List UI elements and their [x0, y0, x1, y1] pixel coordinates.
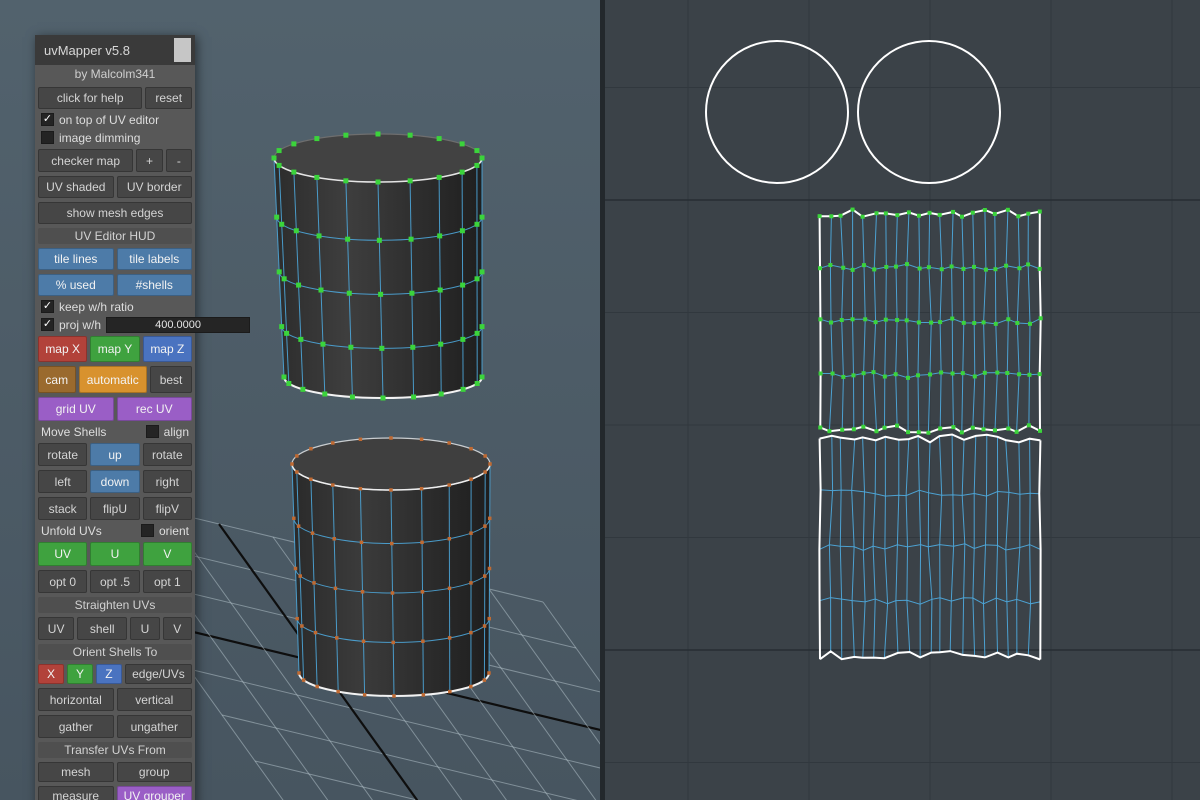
reset-button[interactable]: reset	[145, 87, 192, 109]
flip-u-button[interactable]: flipU	[90, 497, 139, 520]
image-dimming-checkbox[interactable]	[41, 131, 54, 144]
checker-minus-button[interactable]: -	[166, 149, 192, 172]
stack-button[interactable]: stack	[38, 497, 87, 520]
unselected-cylinder-mesh[interactable]	[290, 436, 492, 698]
uv-editor-canvas[interactable]	[605, 0, 1200, 800]
title-swatch-button[interactable]	[174, 38, 191, 62]
align-label: align	[164, 425, 189, 439]
cam-button[interactable]: cam	[38, 366, 76, 393]
flip-v-button[interactable]: flipV	[143, 497, 192, 520]
image-dimming-label: image dimming	[59, 131, 140, 145]
group-button[interactable]: group	[117, 762, 193, 782]
checker-plus-button[interactable]: +	[136, 149, 162, 172]
opt-0-button[interactable]: opt 0	[38, 570, 87, 593]
maya-workspace: uvMapper v5.8 by Malcolm341 click for he…	[0, 0, 1200, 800]
byline-label: by Malcolm341	[35, 65, 195, 83]
vertical-button[interactable]: vertical	[117, 688, 193, 711]
uv-shaded-button[interactable]: UV shaded	[38, 176, 114, 198]
orient-label: orient	[159, 524, 189, 538]
rec-uv-button[interactable]: rec UV	[117, 397, 193, 421]
click-for-help-button[interactable]: click for help	[38, 87, 142, 109]
uv-grouper-button[interactable]: UV grouper	[117, 786, 193, 800]
uv-editor-hud-header: UV Editor HUD	[38, 228, 192, 244]
rotate-left-button[interactable]: rotate	[38, 443, 87, 466]
window-title: uvMapper v5.8	[44, 43, 174, 58]
rotate-right-button[interactable]: rotate	[143, 443, 192, 466]
percent-used-button[interactable]: % used	[38, 274, 114, 296]
uv-editor-panel[interactable]	[605, 0, 1200, 800]
proj-wh-checkbox[interactable]	[41, 318, 54, 331]
axis-z-button[interactable]: Z	[96, 664, 122, 684]
on-top-label: on top of UV editor	[59, 113, 159, 127]
unfold-uvs-label: Unfold UVs	[41, 524, 102, 538]
straighten-v-button[interactable]: V	[163, 617, 192, 640]
orient-checkbox[interactable]	[141, 524, 154, 537]
unfold-uv-button[interactable]: UV	[38, 542, 87, 566]
keep-ratio-checkbox[interactable]	[41, 300, 54, 313]
unfold-u-button[interactable]: U	[90, 542, 139, 566]
uv-editor-grid	[605, 0, 1200, 800]
right-button[interactable]: right	[143, 470, 192, 493]
down-button[interactable]: down	[90, 470, 139, 493]
uv-border-button[interactable]: UV border	[117, 176, 193, 198]
map-x-button[interactable]: map X	[38, 336, 87, 362]
mesh-button[interactable]: mesh	[38, 762, 114, 782]
automatic-button[interactable]: automatic	[79, 366, 148, 393]
on-top-checkbox[interactable]	[41, 113, 54, 126]
uvmapper-window: uvMapper v5.8 by Malcolm341 click for he…	[35, 35, 195, 800]
edge-uvs-button[interactable]: edge/UVs	[125, 664, 192, 684]
proj-width-field[interactable]	[106, 317, 250, 333]
map-z-button[interactable]: map Z	[143, 336, 192, 362]
tile-lines-button[interactable]: tile lines	[38, 248, 114, 270]
best-button[interactable]: best	[150, 366, 192, 393]
horizontal-button[interactable]: horizontal	[38, 688, 114, 711]
uv-circle-shells[interactable]	[706, 41, 1000, 183]
tile-labels-button[interactable]: tile labels	[117, 248, 193, 270]
checker-map-button[interactable]: checker map	[38, 149, 133, 172]
show-mesh-edges-button[interactable]: show mesh edges	[38, 202, 192, 224]
move-shells-label: Move Shells	[41, 425, 106, 439]
orient-shells-header: Orient Shells To	[38, 644, 192, 660]
measure-button[interactable]: measure	[38, 786, 114, 800]
gather-button[interactable]: gather	[38, 715, 114, 738]
ungather-button[interactable]: ungather	[117, 715, 193, 738]
straighten-uv-button[interactable]: UV	[38, 617, 74, 640]
left-button[interactable]: left	[38, 470, 87, 493]
align-checkbox[interactable]	[146, 425, 159, 438]
axis-x-button[interactable]: X	[38, 664, 64, 684]
opt-half-button[interactable]: opt .5	[90, 570, 139, 593]
axis-y-button[interactable]: Y	[67, 664, 93, 684]
uvmapper-titlebar[interactable]: uvMapper v5.8	[35, 35, 195, 65]
grid-uv-button[interactable]: grid UV	[38, 397, 114, 421]
unfold-v-button[interactable]: V	[143, 542, 192, 566]
map-y-button[interactable]: map Y	[90, 336, 139, 362]
selected-cylinder-mesh[interactable]	[272, 132, 485, 401]
transfer-uvs-header: Transfer UVs From	[38, 742, 192, 758]
proj-wh-label: proj w/h	[59, 318, 101, 332]
opt-1-button[interactable]: opt 1	[143, 570, 192, 593]
keep-ratio-label: keep w/h ratio	[59, 300, 134, 314]
straighten-u-button[interactable]: U	[130, 617, 159, 640]
up-button[interactable]: up	[90, 443, 139, 466]
straighten-uvs-header: Straighten UVs	[38, 597, 192, 613]
straighten-shell-button[interactable]: shell	[77, 617, 127, 640]
num-shells-button[interactable]: #shells	[117, 274, 193, 296]
